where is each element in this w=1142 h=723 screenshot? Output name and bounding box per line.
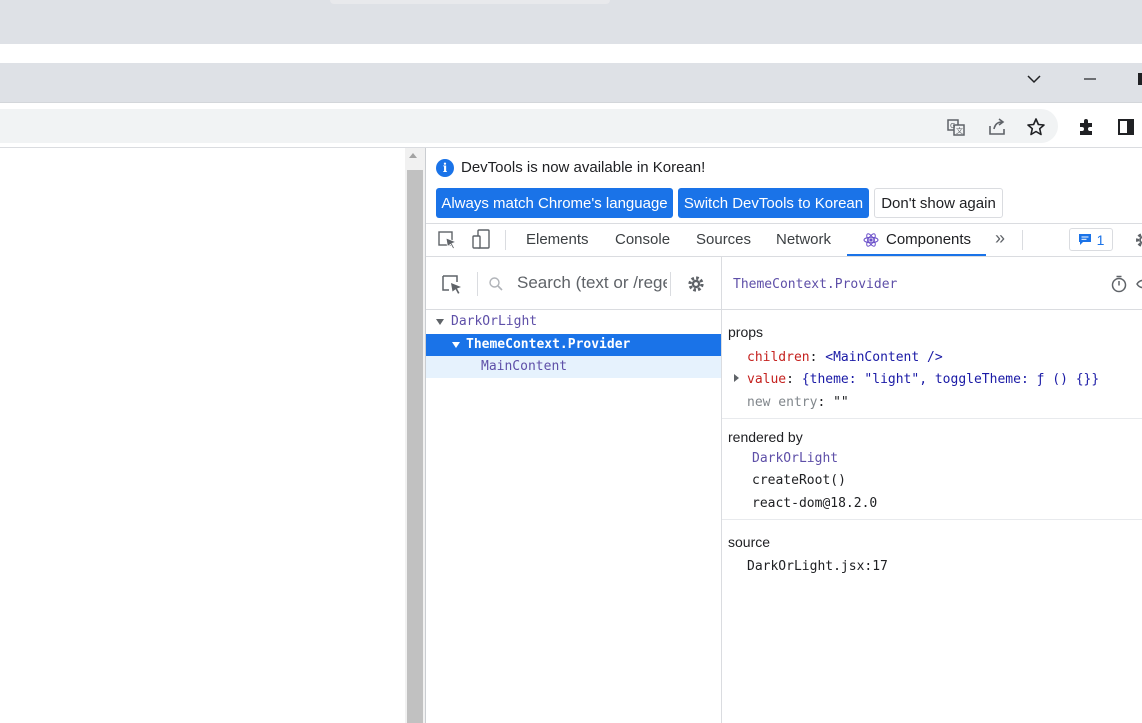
section-divider: [722, 519, 1142, 520]
message-icon: [1078, 234, 1091, 245]
share-icon[interactable]: [983, 114, 1011, 140]
react-logo-icon: [863, 232, 879, 248]
search-separator: [477, 272, 478, 296]
tab-elements[interactable]: Elements: [526, 231, 589, 248]
page-viewport: [0, 148, 405, 723]
search-separator-2: [670, 272, 671, 296]
translate-icon[interactable]: G文: [942, 114, 970, 140]
source-section-title: source: [728, 534, 771, 550]
tab-separator-2: [1022, 230, 1023, 250]
issues-counter[interactable]: 1: [1069, 228, 1113, 251]
rendered-by-create-root: createRoot(): [752, 473, 846, 488]
svg-text:G: G: [950, 122, 955, 130]
prop-value: {theme: "light", toggleTheme: ƒ () {}}: [801, 372, 1100, 387]
tree-node-maincontent[interactable]: MainContent: [426, 356, 721, 378]
star-icon[interactable]: [1022, 114, 1050, 140]
props-section-title: props: [728, 324, 764, 340]
prop-key: new entry: [747, 395, 818, 410]
inspect-element-icon[interactable]: [437, 230, 459, 250]
more-tabs-icon[interactable]: »: [995, 228, 1005, 249]
tab-strip: [0, 63, 1142, 103]
extensions-icon[interactable]: [1072, 114, 1100, 140]
tree-node-label: ThemeContext.Provider: [466, 337, 631, 352]
source-file-link[interactable]: DarkOrLight.jsx:17: [747, 559, 888, 574]
prop-key: children: [747, 350, 810, 365]
tab-sources[interactable]: Sources: [696, 231, 751, 248]
issues-count: 1: [1096, 231, 1105, 248]
caret-down-icon[interactable]: [436, 319, 444, 325]
tab-components[interactable]: Components: [886, 231, 971, 248]
tab-console[interactable]: Console: [615, 231, 670, 248]
tab-network[interactable]: Network: [776, 231, 831, 248]
prop-key: value: [747, 372, 787, 387]
component-search-input[interactable]: Search (text or /regex/): [517, 273, 667, 293]
chevron-down-icon[interactable]: [1020, 63, 1048, 95]
caret-right-icon[interactable]: [734, 374, 739, 382]
scroll-up-arrow-icon[interactable]: [409, 153, 417, 158]
props-inspector-pane: [722, 257, 1142, 723]
window-title-bar: [0, 0, 1142, 44]
svg-text:文: 文: [956, 126, 963, 135]
caret-down-icon[interactable]: [452, 342, 460, 348]
active-tab-indicator: [847, 254, 986, 256]
info-icon: i: [436, 159, 454, 177]
eye-icon[interactable]: [1136, 278, 1142, 290]
section-divider: [722, 418, 1142, 419]
tab-separator: [505, 230, 506, 250]
side-panel-icon[interactable]: [1112, 114, 1140, 140]
prop-value: "": [833, 395, 849, 410]
prop-value-object[interactable]: value: {theme: "light", toggleTheme: ƒ (…: [747, 372, 1099, 387]
search-icon: [488, 276, 504, 292]
selected-component-name: ThemeContext.Provider: [733, 277, 898, 292]
dont-show-again-button[interactable]: Don't show again: [874, 188, 1003, 218]
settings-gear-icon[interactable]: [686, 274, 706, 294]
select-element-icon[interactable]: [441, 274, 463, 296]
rendered-by-renderer: react-dom@18.2.0: [752, 496, 878, 511]
scrollbar-thumb[interactable]: [407, 170, 423, 723]
rendered-by-owner[interactable]: DarkOrLight: [752, 451, 838, 466]
address-bar[interactable]: [0, 109, 1058, 143]
maximize-icon[interactable]: [1138, 73, 1142, 85]
chrome-gap: [0, 44, 1142, 63]
settings-gear-icon[interactable]: [1133, 230, 1142, 250]
prop-children[interactable]: children: <MainContent />: [747, 350, 943, 365]
tree-node-label: MainContent: [481, 359, 568, 374]
stopwatch-icon[interactable]: [1110, 275, 1128, 293]
infobar-message: DevTools is now available in Korean!: [461, 159, 706, 176]
tree-node-label: DarkOrLight: [451, 314, 538, 329]
prop-new-entry[interactable]: new entry: "": [747, 395, 849, 410]
rendered-by-section-title: rendered by: [728, 429, 803, 445]
always-match-language-button[interactable]: Always match Chrome's language: [436, 188, 673, 218]
tree-node-themecontext-provider[interactable]: ThemeContext.Provider: [426, 334, 721, 356]
prop-value: <MainContent />: [825, 350, 943, 365]
device-toolbar-icon[interactable]: [471, 228, 491, 250]
tree-node-darkorlight[interactable]: DarkOrLight: [426, 311, 721, 333]
minimize-icon[interactable]: [1076, 63, 1104, 95]
switch-to-korean-button[interactable]: Switch DevTools to Korean: [678, 188, 869, 218]
